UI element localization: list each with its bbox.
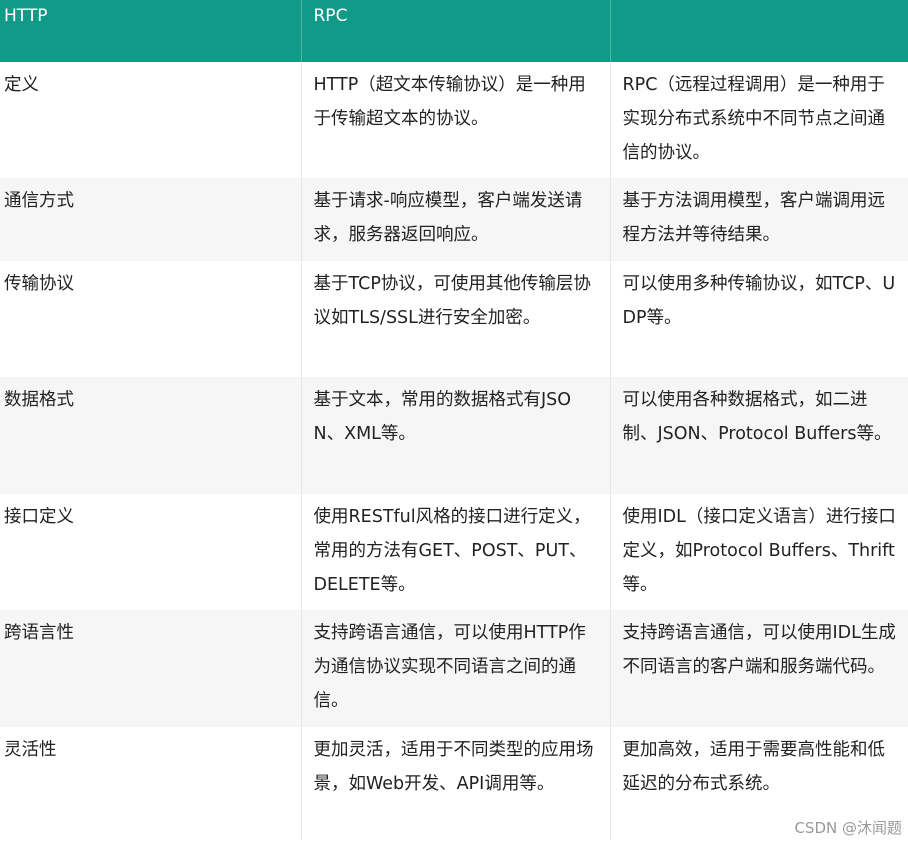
row-label-cell: 通信方式 (0, 178, 302, 261)
row-label-cell: 定义 (0, 62, 302, 178)
rpc-cell: 可以使用多种传输协议，如TCP、UDP等。 (610, 261, 908, 377)
table-header: HTTP RPC (0, 0, 908, 62)
http-cell: 基于TCP协议，可使用其他传输层协议如TLS/SSL进行安全加密。 (301, 261, 611, 377)
table-row: 灵活性 更加灵活，适用于不同类型的应用场景，如Web开发、API调用等。 更加高… (0, 727, 908, 840)
rpc-cell: 使用IDL（接口定义语言）进行接口定义，如Protocol Buffers、Th… (610, 494, 908, 610)
row-label-cell: 数据格式 (0, 377, 302, 494)
http-cell: 基于请求-响应模型，客户端发送请求，服务器返回响应。 (301, 178, 611, 261)
table-row: 定义 HTTP（超文本传输协议）是一种用于传输超文本的协议。 RPC（远程过程调… (0, 62, 908, 178)
http-cell: 基于文本，常用的数据格式有JSON、XML等。 (301, 377, 611, 494)
http-cell: 更加灵活，适用于不同类型的应用场景，如Web开发、API调用等。 (301, 727, 611, 840)
table-row: 通信方式 基于请求-响应模型，客户端发送请求，服务器返回响应。 基于方法调用模型… (0, 178, 908, 261)
table-row: 跨语言性 支持跨语言通信，可以使用HTTP作为通信协议实现不同语言之间的通信。 … (0, 610, 908, 727)
http-cell: 支持跨语言通信，可以使用HTTP作为通信协议实现不同语言之间的通信。 (301, 610, 611, 727)
header-cell-rpc: RPC (301, 0, 611, 62)
table-row: 传输协议 基于TCP协议，可使用其他传输层协议如TLS/SSL进行安全加密。 可… (0, 261, 908, 377)
rpc-cell: 支持跨语言通信，可以使用IDL生成不同语言的客户端和服务端代码。 (610, 610, 908, 727)
http-cell: HTTP（超文本传输协议）是一种用于传输超文本的协议。 (301, 62, 611, 178)
rpc-cell: RPC（远程过程调用）是一种用于实现分布式系统中不同节点之间通信的协议。 (610, 62, 908, 178)
row-label-cell: 传输协议 (0, 261, 302, 377)
table-row: 数据格式 基于文本，常用的数据格式有JSON、XML等。 可以使用各种数据格式，… (0, 377, 908, 494)
header-cell-empty (610, 0, 908, 62)
header-cell-http: HTTP (0, 0, 302, 62)
table-row: 接口定义 使用RESTful风格的接口进行定义，常用的方法有GET、POST、P… (0, 494, 908, 610)
row-label-cell: 接口定义 (0, 494, 302, 610)
rpc-cell: 可以使用各种数据格式，如二进制、JSON、Protocol Buffers等。 (610, 377, 908, 494)
header-row: HTTP RPC (0, 0, 908, 62)
rpc-cell: 基于方法调用模型，客户端调用远程方法并等待结果。 (610, 178, 908, 261)
watermark: CSDN @沐闻题 (794, 819, 902, 837)
row-label-cell: 灵活性 (0, 727, 302, 840)
comparison-table: HTTP RPC 定义 HTTP（超文本传输协议）是一种用于传输超文本的协议。 … (0, 0, 908, 840)
row-label-cell: 跨语言性 (0, 610, 302, 727)
http-cell: 使用RESTful风格的接口进行定义，常用的方法有GET、POST、PUT、DE… (301, 494, 611, 610)
table-body: 定义 HTTP（超文本传输协议）是一种用于传输超文本的协议。 RPC（远程过程调… (0, 62, 908, 840)
